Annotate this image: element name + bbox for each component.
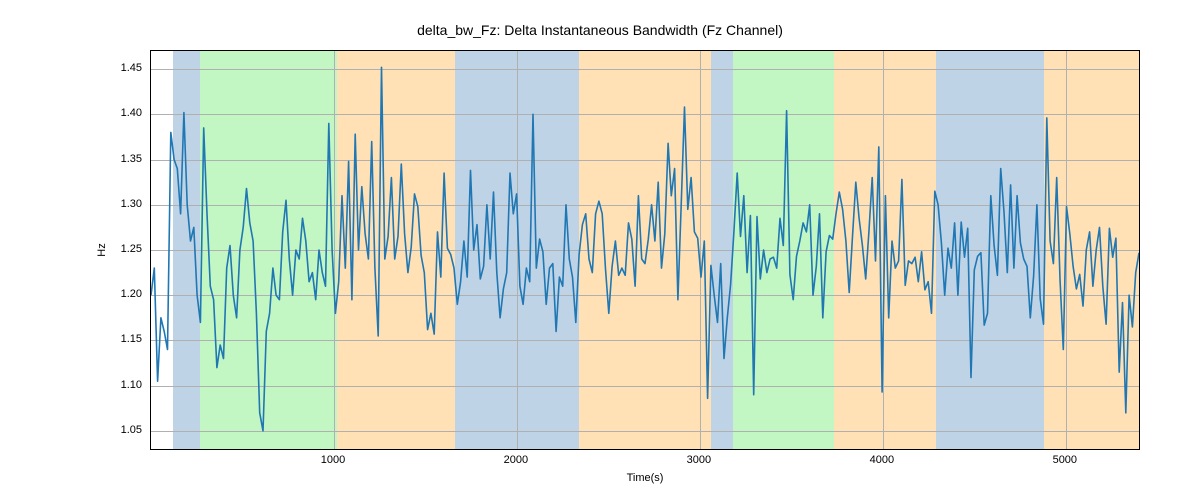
xtick-label: 3000 <box>687 454 711 466</box>
ytick-label: 1.05 <box>92 424 142 436</box>
series-line <box>151 67 1139 431</box>
xtick-label: 2000 <box>504 454 528 466</box>
xtick-label: 4000 <box>870 454 894 466</box>
ytick-label: 1.40 <box>92 107 142 119</box>
chart-figure: delta_bw_Fz: Delta Instantaneous Bandwid… <box>0 0 1200 500</box>
ytick-label: 1.15 <box>92 333 142 345</box>
ytick-label: 1.25 <box>92 243 142 255</box>
xtick-label: 1000 <box>321 454 345 466</box>
xtick-label: 5000 <box>1053 454 1077 466</box>
x-axis-label: Time(s) <box>627 472 664 484</box>
chart-title: delta_bw_Fz: Delta Instantaneous Bandwid… <box>0 22 1200 38</box>
ytick-label: 1.35 <box>92 153 142 165</box>
ytick-label: 1.10 <box>92 379 142 391</box>
ytick-label: 1.30 <box>92 198 142 210</box>
plot-area <box>150 50 1140 450</box>
ytick-label: 1.20 <box>92 288 142 300</box>
data-svg <box>151 51 1139 449</box>
ytick-label: 1.45 <box>92 62 142 74</box>
